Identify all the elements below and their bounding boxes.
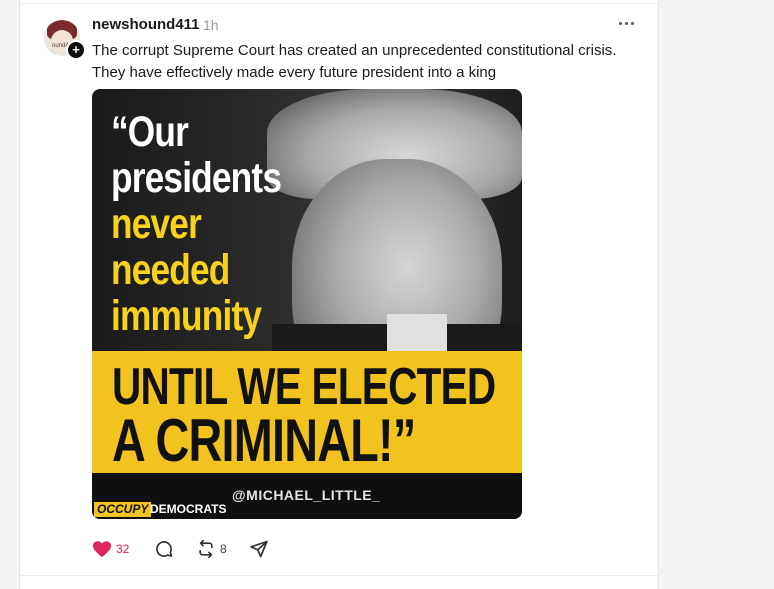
post-card: ound4 + newshound411 1h The corrupt Supr… [19, 0, 659, 589]
like-count: 32 [116, 542, 130, 556]
post-timestamp[interactable]: 1h [203, 17, 219, 33]
post-text-line2: They have effectively made every future … [92, 64, 497, 81]
repost-icon [199, 539, 213, 559]
reply-button[interactable] [154, 538, 174, 560]
top-divider [20, 3, 658, 4]
post-image[interactable]: “Our presidents never needed immunity UN… [92, 89, 522, 519]
quote-line-3: never [111, 200, 202, 248]
bottom-divider [20, 575, 658, 576]
photo-collar [387, 314, 447, 354]
logo-democrats: DEMOCRATS [150, 502, 227, 516]
follow-plus-icon[interactable]: + [66, 40, 86, 60]
post-username[interactable]: newshound411 [92, 16, 200, 33]
share-button[interactable] [249, 538, 269, 560]
repost-button[interactable]: 8 [196, 538, 227, 560]
more-icon[interactable] [618, 14, 636, 32]
like-button[interactable]: 32 [92, 538, 129, 560]
logo-occupy: OCCUPY [94, 502, 152, 517]
quote-line-2: presidents [111, 154, 282, 202]
image-handle: @MICHAEL_LITTLE_ [232, 487, 381, 503]
repost-count: 8 [220, 542, 227, 556]
action-bar: 32 8 [92, 538, 292, 560]
post-text-line1: The corrupt Supreme Court has created an… [92, 42, 617, 59]
image-quote: “Our presidents never needed immunity [111, 109, 318, 339]
quote-line-4: needed [111, 246, 230, 294]
post-text: The corrupt Supreme Court has created an… [92, 40, 632, 84]
heart-icon [93, 541, 111, 558]
image-yellow-band: UNTIL WE ELECTED A CRIMINAL!” [92, 351, 522, 473]
comment-icon [156, 541, 173, 557]
quote-line-5: immunity [111, 292, 262, 340]
send-icon [250, 540, 268, 558]
quote-line-1: “Our [111, 108, 189, 156]
band-line-2: A CRIMINAL!” [112, 407, 416, 474]
